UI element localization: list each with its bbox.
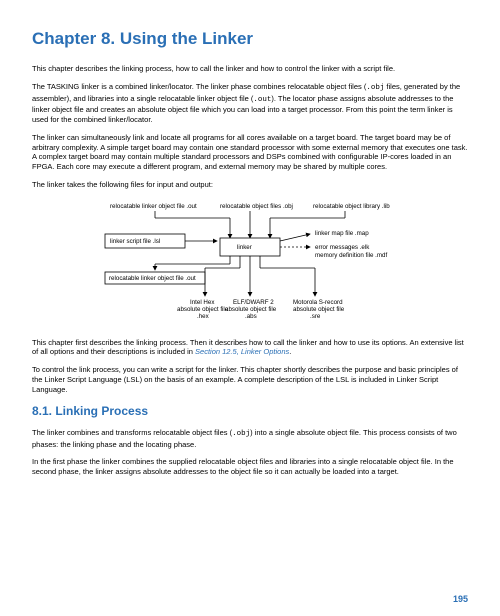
diag-hex-2: absolute object file	[177, 306, 229, 313]
diag-top-right-label: relocatable object library .lib	[313, 203, 390, 210]
code-obj: .obj	[366, 84, 384, 92]
link-linker-options[interactable]: Section 12.5, Linker Options	[195, 347, 289, 356]
linker-diagram: relocatable linker object file .out relo…	[95, 198, 405, 328]
code-obj-2: .obj	[232, 430, 250, 438]
code-out: .out	[253, 96, 271, 104]
diag-mdf-label: memory definition file .mdf	[315, 252, 387, 259]
p7-text-a: The linker combines and transforms reloc…	[32, 428, 232, 437]
diag-err-label: error messages .elk	[315, 244, 370, 251]
para-6: To control the link process, you can wri…	[32, 365, 468, 394]
diag-top-left-label: relocatable linker object file .out	[110, 203, 197, 210]
diag-elf-1: ELF/DWARF 2	[233, 299, 274, 306]
diag-map-label: linker map file .map	[315, 230, 369, 237]
diag-hex-1: Intel Hex	[190, 299, 215, 306]
diag-top-mid-label: relocatable object files .obj	[220, 203, 293, 210]
para-7: The linker combines and transforms reloc…	[32, 428, 468, 450]
page-number: 195	[453, 594, 468, 606]
diag-sre-3: .sre	[310, 313, 321, 320]
para-5: This chapter first describes the linking…	[32, 338, 468, 358]
diag-lsl-label: linker script file .lsl	[110, 238, 160, 245]
diag-sre-1: Motorola S-record	[293, 299, 343, 306]
intro-para-4: The linker takes the following files for…	[32, 180, 468, 190]
diag-linker-label: linker	[237, 244, 252, 251]
section-title: 8.1. Linking Process	[32, 404, 468, 420]
diag-elf-2: absolute object file	[225, 306, 277, 313]
p2-text-a: The TASKING linker is a combined linker/…	[32, 82, 366, 91]
chapter-title: Chapter 8. Using the Linker	[32, 28, 468, 50]
p5-text-b: .	[289, 347, 291, 356]
diag-elf-3: .abs	[245, 313, 257, 320]
intro-para-1: This chapter describes the linking proce…	[32, 64, 468, 74]
intro-para-3: The linker can simultaneously link and l…	[32, 133, 468, 172]
diag-hex-3: .hex	[197, 313, 210, 320]
diag-out-label: relocatable linker object file .out	[109, 275, 196, 282]
intro-para-2: The TASKING linker is a combined linker/…	[32, 82, 468, 125]
diag-sre-2: absolute object file	[293, 306, 345, 313]
para-8: In the first phase the linker combines t…	[32, 457, 468, 477]
